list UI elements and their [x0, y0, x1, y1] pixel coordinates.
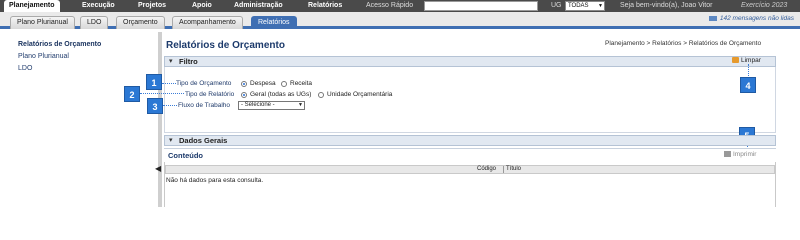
collapse-arrow-icon[interactable]: ◀ — [155, 164, 161, 173]
top-navigation-bar: Planejamento Execução Projetos Apoio Adm… — [0, 0, 800, 12]
radio-despesa[interactable] — [241, 81, 247, 87]
chevron-down-icon: ▼ — [298, 102, 303, 108]
radio-receita-label: Receita — [290, 80, 313, 87]
radio-despesa-label: Despesa — [250, 80, 276, 87]
filtro-panel-header[interactable]: ▾ Filtro — [164, 56, 776, 67]
tab-relatorios[interactable]: Relatórios — [251, 16, 297, 29]
conteudo-title: Conteúdo — [168, 151, 203, 160]
topnav-execucao[interactable]: Execução — [82, 0, 115, 12]
fluxo-trabalho-select[interactable]: - Selecione - ▼ — [238, 101, 305, 110]
radio-unidade-orcamentaria[interactable] — [318, 92, 324, 98]
sidebar: Relatórios de Orçamento Plano Plurianual… — [0, 32, 160, 207]
radio-geral[interactable] — [241, 92, 247, 98]
badge-1-connector — [162, 83, 176, 84]
topnav-projetos[interactable]: Projetos — [138, 0, 166, 12]
annotation-badge-1: 1 — [146, 74, 162, 90]
ug-label: UG — [551, 2, 562, 9]
eraser-icon — [732, 57, 739, 64]
page-title: Relatórios de Orçamento — [166, 40, 285, 51]
sidebar-item-relatorios-orcamento[interactable]: Relatórios de Orçamento — [18, 41, 101, 48]
radio-receita[interactable] — [281, 81, 287, 87]
printer-icon — [724, 151, 731, 158]
dados-gerais-panel-header[interactable]: ▾ Dados Gerais — [164, 135, 776, 146]
fiscal-year: Exercício 2023 — [741, 2, 788, 9]
ug-select[interactable]: TODAS ▼ — [565, 1, 605, 11]
mail-icon — [708, 15, 717, 21]
badge-2-connector — [140, 93, 184, 94]
radio-geral-label: Geral (todas as UGs) — [250, 91, 312, 98]
module-tab-bar: Plano Plurianual LDO Orçamento Acompanha… — [0, 12, 800, 29]
filtro-title: Filtro — [179, 57, 198, 66]
sidebar-item-plano-plurianual[interactable]: Plano Plurianual — [18, 53, 69, 60]
fluxo-selected-value: - Selecione - — [241, 102, 275, 108]
sidebar-item-ldo[interactable]: LDO — [18, 65, 32, 72]
quick-access-label: Acesso Rápido — [366, 2, 414, 9]
empty-results-message: Não há dados para esta consulta. — [166, 177, 264, 184]
tab-orcamento[interactable]: Orçamento — [116, 16, 165, 29]
tab-acompanhamento[interactable]: Acompanhamento — [172, 16, 243, 29]
chevron-down-icon: ▼ — [598, 3, 603, 9]
print-label: Imprimir — [733, 151, 757, 158]
radio-unidade-orcamentaria-label: Unidade Orçamentária — [327, 91, 393, 98]
quick-access-input[interactable] — [424, 1, 538, 11]
topnav-administracao[interactable]: Administração — [234, 0, 283, 12]
dados-gerais-title: Dados Gerais — [179, 136, 228, 145]
clear-button[interactable]: Limpar — [732, 57, 761, 64]
tipo-relatorio-label: Tipo de Relatório — [185, 91, 235, 98]
column-divider — [503, 166, 504, 173]
results-table-header — [165, 165, 775, 174]
clear-label: Limpar — [741, 57, 761, 64]
topnav-label: Planejamento — [9, 2, 55, 9]
messages-link[interactable]: 142 mensagens não lidas — [708, 15, 794, 22]
column-header-titulo[interactable]: Título — [506, 165, 521, 174]
annotation-badge-2: 2 — [124, 86, 140, 102]
conteudo-header — [164, 148, 776, 162]
topnav-planejamento[interactable]: Planejamento — [4, 0, 60, 12]
welcome-text: Seja bem-vindo(a), Joao Vitor — [620, 2, 713, 9]
topnav-relatorios[interactable]: Relatórios — [308, 0, 342, 12]
chevron-down-icon: ▾ — [169, 137, 173, 144]
tab-ldo[interactable]: LDO — [80, 16, 109, 29]
column-header-codigo[interactable]: Código — [477, 165, 496, 174]
badge-3-connector — [163, 105, 177, 106]
tipo-orcamento-label: Tipo de Orçamento — [176, 80, 232, 87]
sidebar-splitter[interactable] — [158, 32, 162, 207]
fluxo-trabalho-label: Fluxo de Trabalho — [178, 102, 231, 109]
messages-text: 142 mensagens não lidas — [719, 15, 794, 22]
print-button[interactable]: Imprimir — [724, 151, 756, 158]
ug-selected-value: TODAS — [568, 3, 589, 9]
annotation-badge-3: 3 — [147, 98, 163, 114]
badge-4-connector — [748, 64, 749, 78]
chevron-down-icon: ▾ — [169, 58, 173, 65]
filtro-panel-body — [164, 67, 776, 133]
annotation-badge-4: 4 — [740, 77, 756, 93]
breadcrumb[interactable]: Planejamento > Relatórios > Relatórios d… — [605, 40, 761, 47]
topnav-apoio[interactable]: Apoio — [192, 0, 212, 12]
tab-plano-plurianual[interactable]: Plano Plurianual — [10, 16, 75, 29]
